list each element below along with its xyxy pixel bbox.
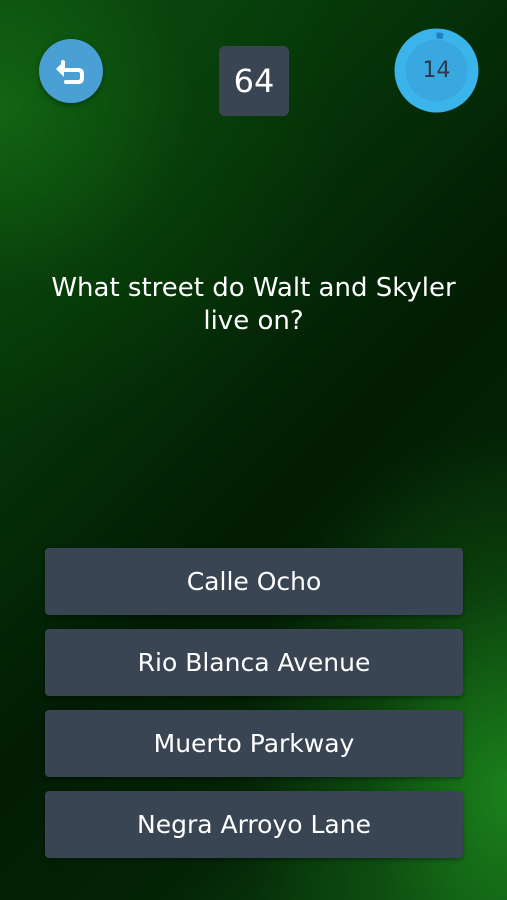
answer-option-4[interactable]: Negra Arroyo Lane [45, 791, 463, 858]
timer-value: 14 [422, 58, 451, 83]
question-number: 64 [233, 62, 275, 100]
question-text: What street do Walt and Skyler live on? [51, 273, 456, 336]
answer-option-2[interactable]: Rio Blanca Avenue [45, 629, 463, 696]
countdown-timer: 14 [393, 27, 480, 114]
answer-list: Calle Ocho Rio Blanca Avenue Muerto Park… [45, 548, 463, 872]
undo-arrow-icon [52, 52, 90, 90]
answer-option-3[interactable]: Muerto Parkway [45, 710, 463, 777]
back-button[interactable] [39, 39, 103, 103]
answer-option-1[interactable]: Calle Ocho [45, 548, 463, 615]
question-number-badge: 64 [219, 46, 289, 116]
